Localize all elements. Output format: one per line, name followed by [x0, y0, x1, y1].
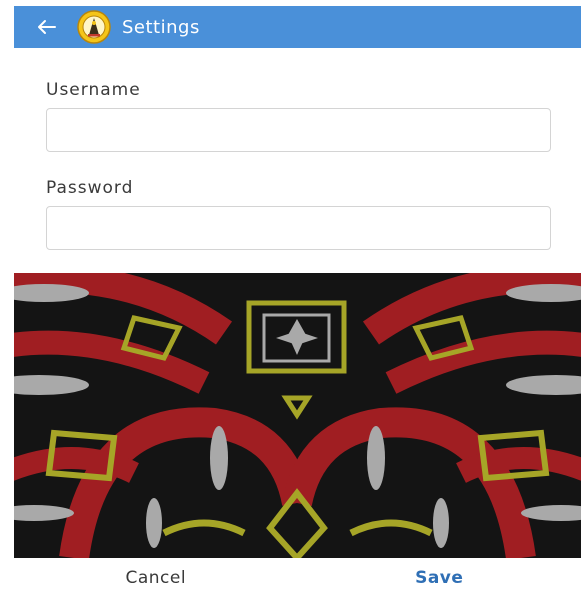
page-title: Settings	[122, 16, 200, 38]
username-input[interactable]	[46, 108, 551, 152]
cancel-button[interactable]: Cancel	[14, 568, 298, 588]
settings-form: Username Password	[46, 78, 551, 250]
arrow-left-icon	[38, 20, 56, 34]
app-bar: Settings	[14, 6, 581, 48]
password-input[interactable]	[46, 206, 551, 250]
password-label: Password	[46, 178, 134, 198]
decorative-pattern-banner	[14, 273, 581, 558]
back-button[interactable]	[24, 6, 68, 48]
username-group: Username	[46, 78, 551, 152]
username-label: Username	[46, 80, 141, 100]
tribal-pattern-image	[14, 273, 581, 558]
password-group: Password	[46, 176, 551, 250]
dialog-footer: Cancel Save	[14, 560, 581, 595]
emblem-logo-icon	[77, 10, 111, 44]
save-button[interactable]: Save	[298, 568, 581, 588]
